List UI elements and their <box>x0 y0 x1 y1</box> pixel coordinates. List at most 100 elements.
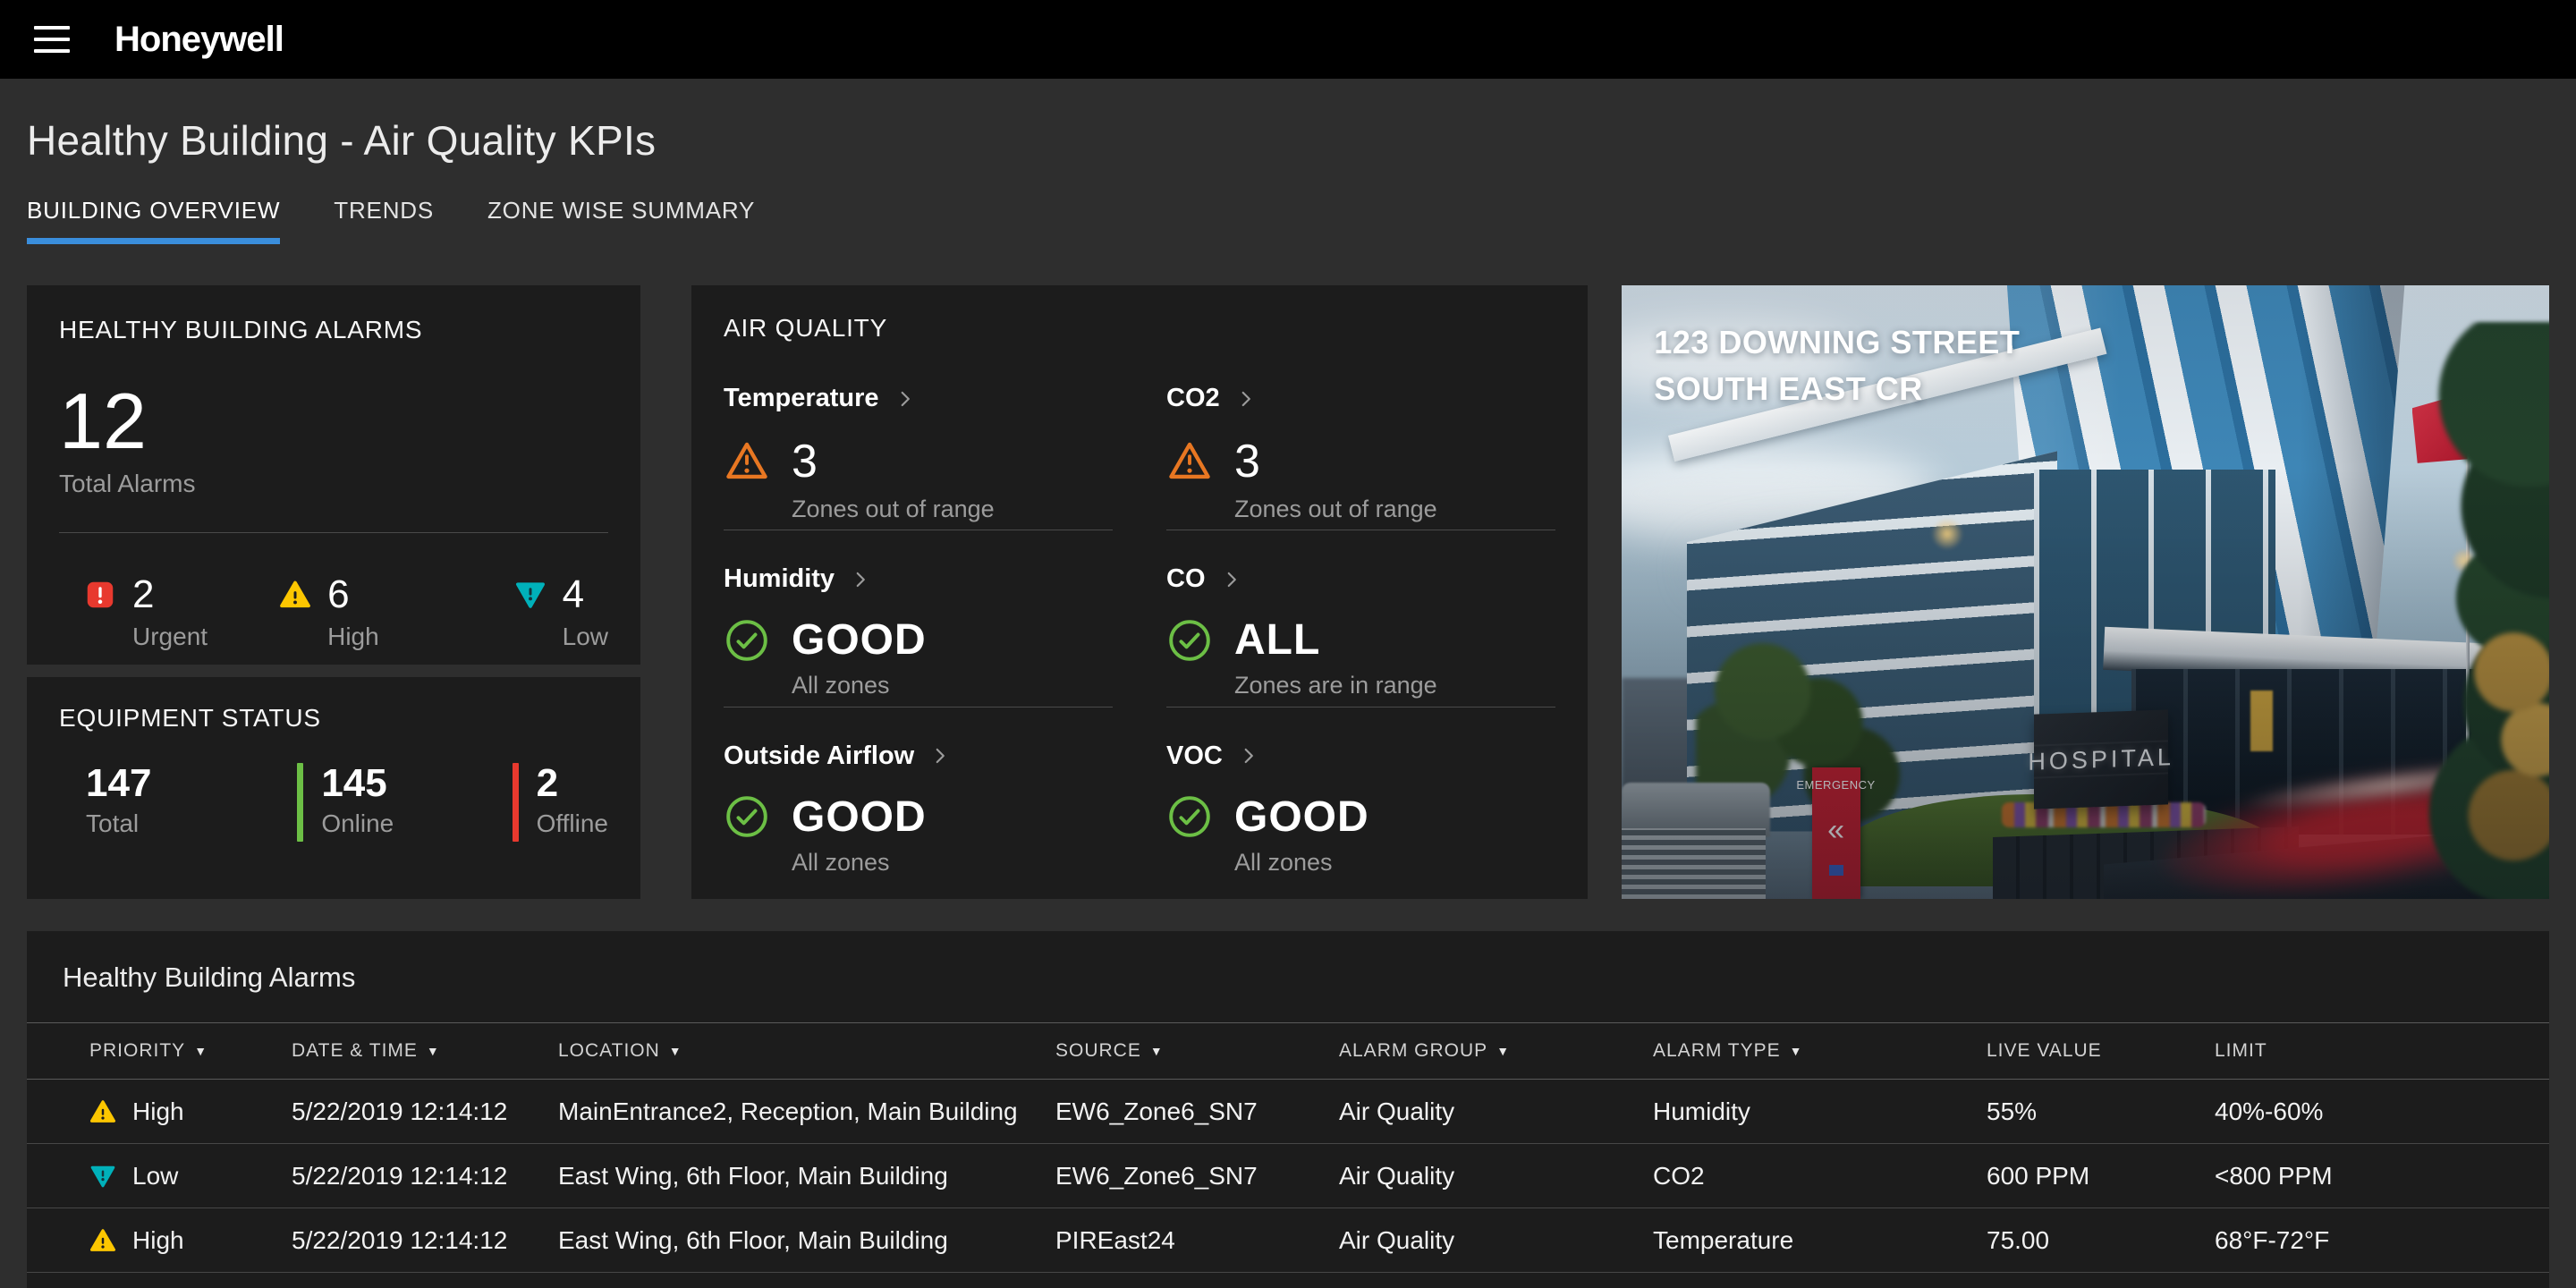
offline-indicator-bar <box>513 763 519 842</box>
page-title: Healthy Building - Air Quality KPIs <box>27 116 2549 165</box>
metric-sublabel: Zones out of range <box>724 496 1113 523</box>
datetime-cell: 5/22/2019 12:14:12 <box>292 1097 558 1126</box>
low-count: 4 <box>563 572 584 617</box>
column-label: SOURCE <box>1055 1040 1141 1062</box>
air-quality-metrics-grid: Temperature 3 Zones out of range CO2 <box>724 350 1555 883</box>
low-priority-icon <box>89 1163 116 1190</box>
live-value-cell: 75.00 <box>1987 1226 2215 1255</box>
high-warning-icon <box>89 1098 116 1125</box>
metric-value: ALL <box>1234 615 1320 665</box>
check-circle-icon <box>724 617 770 664</box>
card-title: HEALTHY BUILDING ALARMS <box>59 316 608 344</box>
live-value-cell: 55% <box>1987 1097 2215 1126</box>
column-header-alarm-type[interactable]: ALARM TYPE ▼ <box>1653 1040 1987 1062</box>
priority-cell: Low <box>89 1162 292 1191</box>
urgent-label: Urgent <box>84 623 279 651</box>
equipment-stats: 147 Total 145 Online 2 <box>59 763 608 842</box>
sort-arrow-icon: ▼ <box>1150 1044 1164 1058</box>
alarm-group-cell: Air Quality <box>1339 1097 1653 1126</box>
card-title: AIR QUALITY <box>724 314 1555 343</box>
urgent-count: 2 <box>132 572 154 617</box>
location-cell: East Wing, 6th Floor, Main Building <box>558 1226 1055 1255</box>
sort-arrow-icon: ▼ <box>1496 1044 1510 1058</box>
column-header-alarm-group[interactable]: ALARM GROUP ▼ <box>1339 1040 1653 1062</box>
column-label: LIMIT <box>2215 1040 2267 1062</box>
metric-value: GOOD <box>792 615 927 665</box>
metric-label: CO <box>1166 564 1206 594</box>
low-label: Low <box>514 623 608 651</box>
urgent-alarms-stat[interactable]: 2 Urgent <box>84 572 279 651</box>
warning-triangle-icon <box>1166 438 1213 485</box>
table-row[interactable]: High 5/22/2019 12:14:12 East Wing, 6th F… <box>27 1208 2549 1273</box>
alarm-group-cell: Air Quality <box>1339 1162 1653 1191</box>
equipment-online-value: 145 <box>321 763 394 804</box>
honeywell-logo: Honeywell <box>114 20 284 60</box>
kpi-cards-row: HEALTHY BUILDING ALARMS 12 Total Alarms … <box>27 285 2549 899</box>
alarms-table-title: Healthy Building Alarms <box>27 962 2549 994</box>
metric-voc: VOC GOOD All zones <box>1166 708 1555 883</box>
chevron-right-icon <box>849 568 872 591</box>
low-priority-icon <box>514 579 547 611</box>
sort-arrow-icon: ▼ <box>427 1044 440 1058</box>
metric-humidity-link[interactable]: Humidity <box>724 564 1113 594</box>
metric-value: 3 <box>1234 435 1260 488</box>
column-header-limit: LIMIT <box>2215 1040 2549 1062</box>
tab-zone-wise-summary[interactable]: ZONE WISE SUMMARY <box>487 197 755 244</box>
chevron-right-icon <box>1237 744 1260 767</box>
metric-humidity: Humidity GOOD All zones <box>724 530 1113 707</box>
source-cell: EW6_Zone6_SN7 <box>1055 1162 1339 1191</box>
sort-arrow-icon: ▼ <box>194 1044 208 1058</box>
metric-co2-link[interactable]: CO2 <box>1166 384 1555 413</box>
high-count: 6 <box>327 572 349 617</box>
healthy-building-alarms-card: HEALTHY BUILDING ALARMS 12 Total Alarms … <box>27 285 640 665</box>
column-label: LOCATION <box>558 1040 660 1062</box>
metric-temperature-link[interactable]: Temperature <box>724 384 1113 413</box>
table-row[interactable]: High 5/22/2019 12:14:12 MainEntrance2, R… <box>27 1080 2549 1144</box>
tab-label: BUILDING OVERVIEW <box>27 197 280 224</box>
column-header-date-time[interactable]: DATE & TIME ▼ <box>292 1040 558 1062</box>
menu-icon[interactable] <box>32 24 72 55</box>
alarm-group-cell: Air Quality <box>1339 1226 1653 1255</box>
alarm-type-cell: Humidity <box>1653 1097 1987 1126</box>
metric-outside-airflow: Outside Airflow GOOD All zones <box>724 708 1113 883</box>
column-header-location[interactable]: LOCATION ▼ <box>558 1040 1055 1062</box>
equipment-online-label: Online <box>321 809 394 838</box>
metric-voc-link[interactable]: VOC <box>1166 741 1555 771</box>
check-circle-icon <box>1166 617 1213 664</box>
limit-cell: <800 PPM <box>2215 1162 2549 1191</box>
datetime-cell: 5/22/2019 12:14:12 <box>292 1226 558 1255</box>
chevron-right-icon <box>928 744 952 767</box>
metric-sublabel: All zones <box>1166 849 1555 877</box>
column-header-priority[interactable]: PRIORITY ▼ <box>89 1040 292 1062</box>
metric-temperature: Temperature 3 Zones out of range <box>724 350 1113 530</box>
equipment-total-value: 147 <box>86 763 151 804</box>
alarm-type-cell: CO2 <box>1653 1162 1987 1191</box>
column-header-source[interactable]: SOURCE ▼ <box>1055 1040 1339 1062</box>
table-row[interactable] <box>27 1273 2549 1288</box>
metric-sublabel: All zones <box>724 672 1113 699</box>
main-content: Healthy Building - Air Quality KPIs BUIL… <box>0 116 2576 1288</box>
metric-sublabel: All zones <box>724 849 1113 877</box>
tab-trends[interactable]: TRENDS <box>334 197 434 244</box>
high-alarms-stat[interactable]: 6 High <box>279 572 514 651</box>
equipment-offline-stat: 2 Offline <box>513 763 608 842</box>
equipment-offline-value: 2 <box>537 763 608 804</box>
high-warning-icon <box>89 1227 116 1254</box>
alarm-priority-stats: 2 Urgent 6 High 4 <box>59 572 608 651</box>
priority-value: High <box>132 1097 184 1126</box>
building-address: 123 DOWNING STREET SOUTH EAST CR <box>1654 319 2020 412</box>
priority-value: High <box>132 1226 184 1255</box>
low-alarms-stat[interactable]: 4 Low <box>514 572 608 651</box>
metric-outside-airflow-link[interactable]: Outside Airflow <box>724 741 1113 771</box>
metric-co-link[interactable]: CO <box>1166 564 1555 594</box>
table-row[interactable]: Low 5/22/2019 12:14:12 East Wing, 6th Fl… <box>27 1144 2549 1208</box>
metric-sublabel: Zones out of range <box>1166 496 1555 523</box>
tab-building-overview[interactable]: BUILDING OVERVIEW <box>27 197 280 244</box>
metric-label: VOC <box>1166 741 1223 771</box>
alarm-type-cell: Temperature <box>1653 1226 1987 1255</box>
card-title: EQUIPMENT STATUS <box>59 704 608 733</box>
column-label: PRIORITY <box>89 1040 185 1062</box>
column-label: ALARM TYPE <box>1653 1040 1781 1062</box>
check-circle-icon <box>1166 793 1213 840</box>
divider <box>59 532 608 533</box>
